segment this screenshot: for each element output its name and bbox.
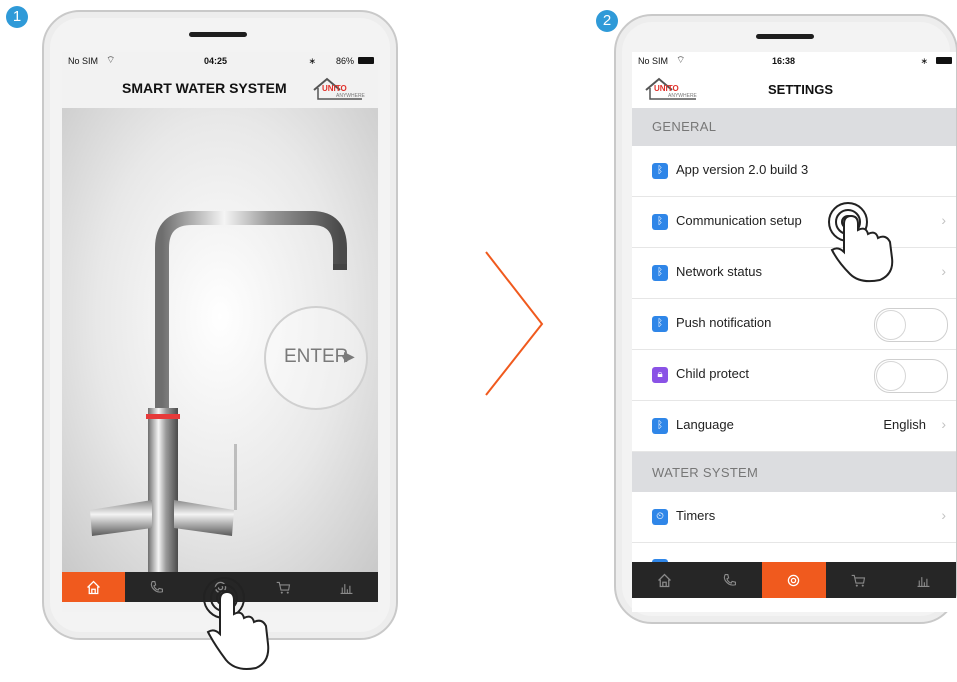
hero-image: ENTER ▶ [62, 108, 378, 572]
unito-logo: UNITO ANYWHERE [312, 76, 370, 102]
phone-icon [723, 573, 736, 586]
row-label: App version 2.0 build 3 [676, 162, 809, 177]
cart-icon [851, 574, 866, 587]
tap-hand-icon [828, 202, 894, 283]
logo-brand-text: UNITO [322, 84, 347, 93]
nav-contact[interactable] [697, 562, 762, 598]
home-screen: No SIM ⌔ 04:25 ∗ 86% SMART WATER SYSTEM … [62, 52, 378, 612]
section-header-water-system: WATER SYSTEM [632, 452, 956, 492]
battery-icon [936, 57, 952, 64]
settings-row-language[interactable]: ᛒ Language English › [632, 401, 956, 452]
settings-row-app-version: ᛒ App version 2.0 build 3 [632, 146, 956, 197]
bluetooth-icon: ∗ [308, 56, 316, 66]
home-icon [87, 580, 100, 594]
home-icon [657, 573, 671, 587]
bluetooth-icon: ᛒ [652, 316, 668, 332]
nav-contact[interactable] [125, 572, 188, 602]
bluetooth-icon: ᛒ [652, 265, 668, 281]
enter-label: ENTER [284, 346, 349, 367]
battery-icon [358, 57, 374, 64]
unito-logo: UNITO ANYWHERE [644, 76, 704, 102]
clock-text: 04:25 [204, 56, 228, 66]
next-chevron-icon [485, 251, 544, 396]
clock-icon: ⏲︎ [652, 509, 668, 525]
bottom-nav [632, 562, 956, 598]
play-arrow-icon: ▶ [344, 348, 355, 364]
status-bar: No SIM ⌔ 16:38 ∗ [632, 52, 956, 70]
enter-button[interactable]: ENTER ▶ [264, 306, 368, 410]
battery-text: 86% [335, 56, 354, 66]
clock-text: 16:38 [772, 56, 796, 66]
phone-speaker [189, 32, 247, 37]
push-notification-toggle[interactable] [874, 308, 948, 342]
step-badge-1: 1 [6, 6, 28, 28]
bluetooth-icon: ᛒ [652, 163, 668, 179]
carrier-text: No SIM [68, 56, 99, 66]
wifi-icon: ⌔ [676, 55, 686, 66]
page-title: SETTINGS [768, 82, 834, 97]
chevron-right-icon: › [941, 416, 946, 432]
settings-row-push-notification: ᛒ Push notification [632, 299, 956, 350]
section-header-general: GENERAL [632, 108, 956, 146]
row-label: Language [676, 417, 734, 432]
bluetooth-icon: ∗ [920, 56, 928, 66]
stats-icon [917, 576, 930, 587]
wifi-icon: ⌔ [106, 55, 116, 66]
settings-row-timers[interactable]: ⏲︎ Timers › [632, 492, 956, 543]
row-label: Child protect [676, 366, 749, 381]
nav-stats[interactable] [891, 562, 956, 598]
logo-sub-text: ANYWHERE [336, 93, 365, 99]
settings-screen: No SIM ⌔ 16:38 ∗ UNITO ANYWHERE SETTINGS… [632, 52, 956, 612]
row-label: Communication setup [676, 213, 802, 228]
settings-icon [788, 574, 800, 586]
bluetooth-icon: ᛒ [652, 214, 668, 230]
chevron-right-icon: › [941, 263, 946, 279]
chevron-right-icon: › [941, 212, 946, 228]
nav-cart[interactable] [826, 562, 891, 598]
carrier-text: No SIM [638, 56, 669, 66]
logo-sub-text: ANYWHERE [668, 93, 697, 99]
phone-frame-settings: No SIM ⌔ 16:38 ∗ UNITO ANYWHERE SETTINGS… [614, 14, 957, 624]
nav-home[interactable] [62, 572, 126, 602]
phone-speaker [756, 34, 814, 39]
lock-icon: 🔒︎ [652, 367, 668, 383]
nav-stats[interactable] [315, 572, 378, 602]
stats-icon [340, 583, 353, 594]
row-label: Timers [676, 508, 716, 523]
row-label: Push notification [676, 315, 772, 330]
step-badge-2: 2 [596, 10, 618, 32]
nav-settings[interactable] [761, 562, 827, 598]
settings-row-child-protect: 🔒︎ Child protect [632, 350, 956, 401]
language-value: English [883, 417, 926, 432]
chevron-right-icon: › [941, 507, 946, 523]
section-label: GENERAL [652, 119, 717, 134]
logo-brand-text: UNITO [654, 84, 679, 93]
section-label: WATER SYSTEM [652, 465, 759, 480]
phone-icon [151, 580, 164, 593]
nav-home[interactable] [632, 562, 697, 598]
bluetooth-icon: ᛒ [652, 418, 668, 434]
app-title: SMART WATER SYSTEM [122, 80, 287, 96]
status-bar: No SIM ⌔ 04:25 ∗ 86% [62, 52, 378, 70]
child-protect-toggle[interactable] [874, 359, 948, 393]
phone-frame-home: No SIM ⌔ 04:25 ∗ 86% SMART WATER SYSTEM … [42, 10, 398, 640]
row-label: Network status [676, 264, 762, 279]
